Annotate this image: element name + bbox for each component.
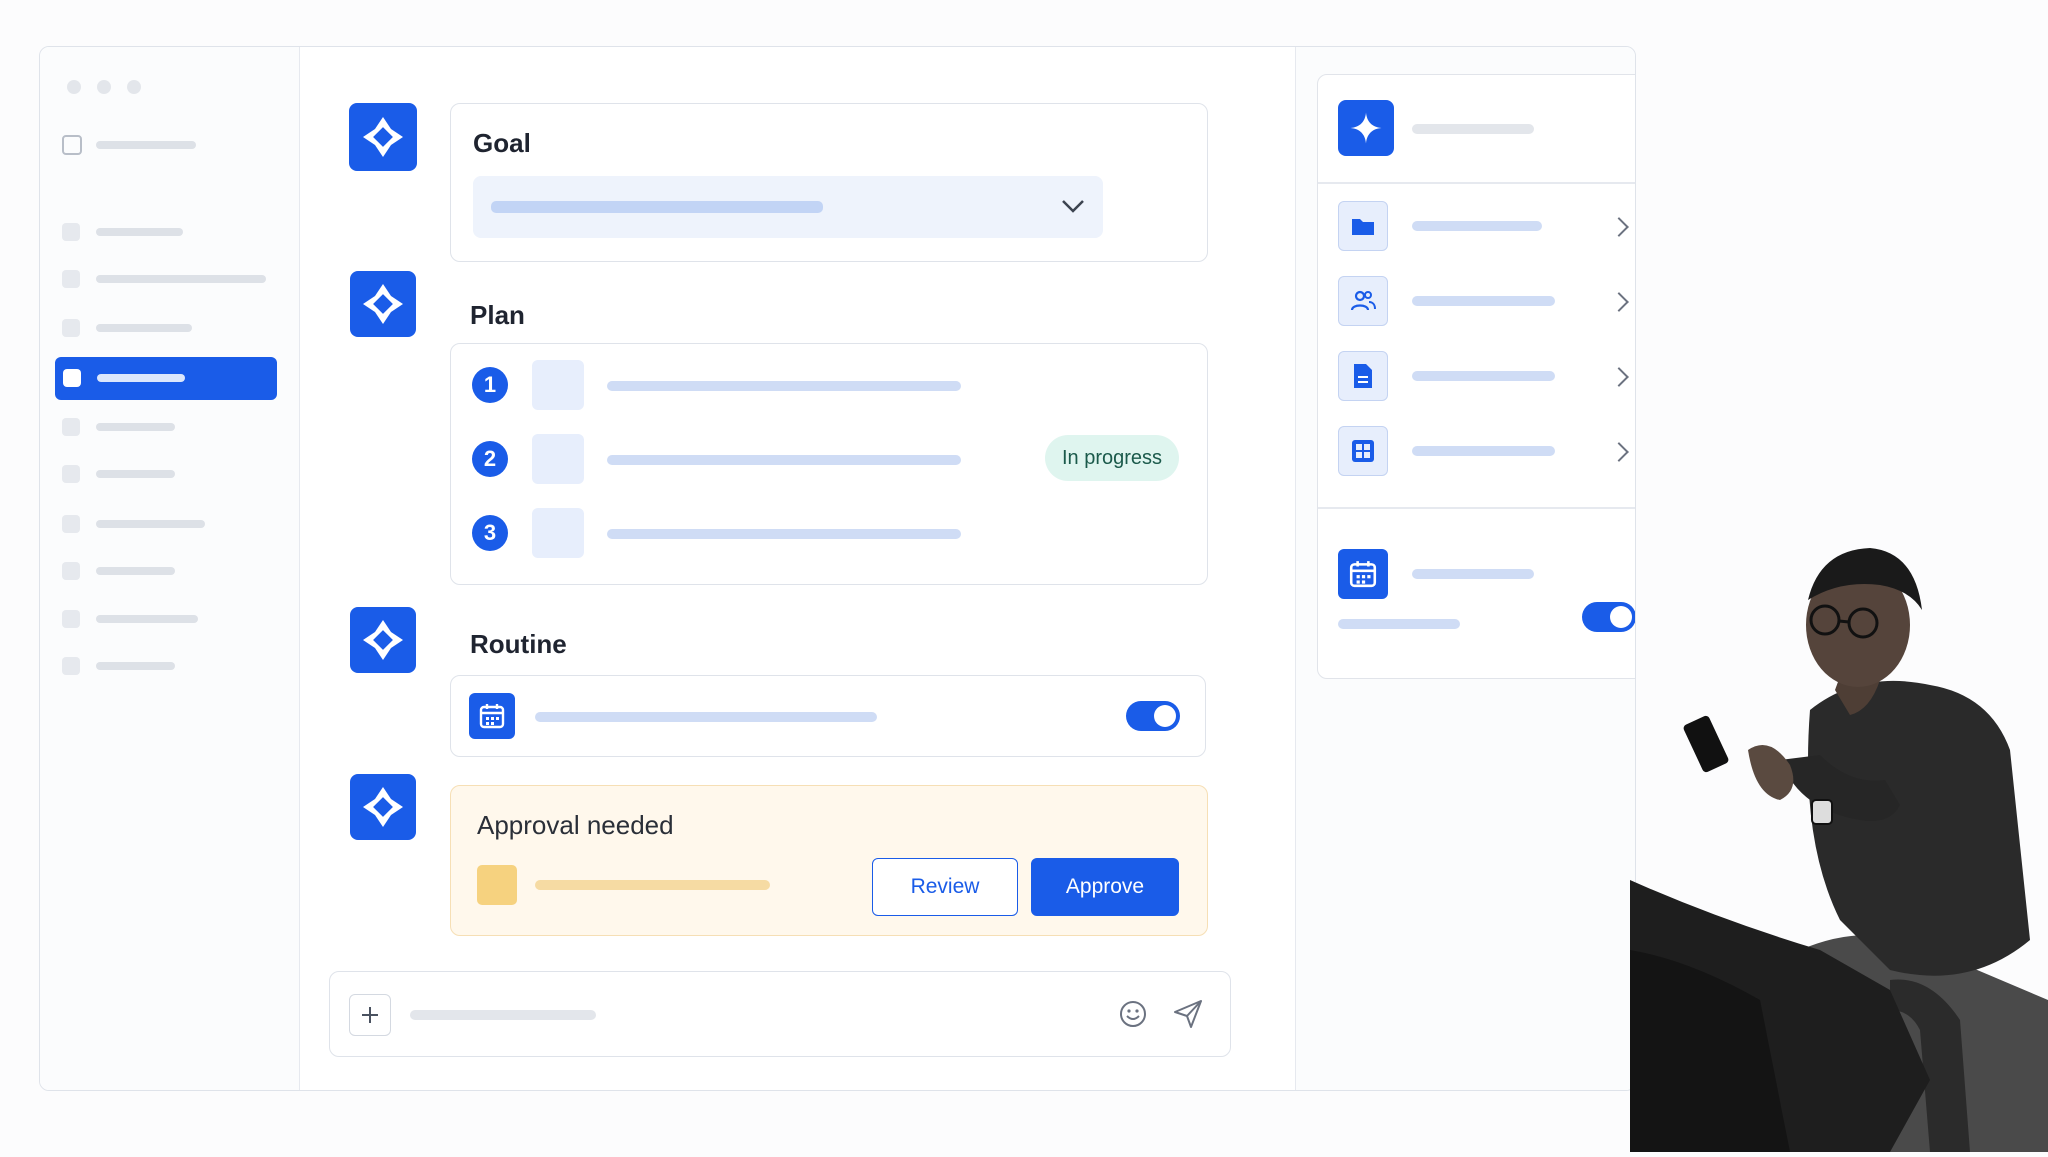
schedule-title-placeholder	[1412, 569, 1534, 579]
status-badge: In progress	[1045, 435, 1180, 481]
approval-item-thumbnail	[477, 865, 517, 905]
emoji-icon[interactable]	[1118, 999, 1148, 1029]
sparkle-icon	[350, 607, 416, 673]
chevron-right-icon[interactable]	[1609, 442, 1629, 462]
sidebar-item-icon[interactable]	[62, 418, 80, 436]
review-button[interactable]: Review	[872, 858, 1018, 916]
sidebar-item-icon[interactable]	[62, 270, 80, 288]
schedule-toggle[interactable]	[1582, 602, 1635, 632]
goal-heading: Goal	[473, 128, 531, 158]
window-maximize-dot[interactable]	[127, 80, 141, 94]
routine-card	[450, 675, 1206, 757]
users-icon	[1338, 276, 1388, 326]
sidebar	[40, 47, 300, 1090]
grid-icon	[1338, 426, 1388, 476]
window-minimize-dot[interactable]	[97, 80, 111, 94]
chevron-down-icon	[1062, 200, 1084, 213]
sidebar-item-icon[interactable]	[62, 562, 80, 580]
step-number-badge: 3	[472, 515, 508, 551]
step-number-badge: 2	[472, 441, 508, 477]
step-text-placeholder	[607, 381, 961, 391]
sidebar-item-active[interactable]	[55, 357, 277, 400]
sparkle-icon	[1338, 100, 1394, 156]
document-icon	[1338, 351, 1388, 401]
sidebar-item[interactable]	[96, 324, 192, 332]
folder-icon	[1338, 201, 1388, 251]
sidebar-item-icon[interactable]	[62, 223, 80, 241]
context-title-placeholder	[1412, 124, 1534, 134]
message-composer	[329, 971, 1231, 1057]
step-thumbnail	[532, 508, 584, 558]
row-label-placeholder	[1412, 296, 1555, 306]
context-card	[1317, 74, 1635, 679]
add-attachment-button[interactable]	[349, 994, 391, 1036]
goal-card: Goal	[450, 103, 1208, 262]
person-photo	[1630, 520, 2048, 1152]
sidebar-item[interactable]	[96, 228, 183, 236]
approval-heading: Approval needed	[477, 810, 674, 840]
row-label-placeholder	[1412, 446, 1555, 456]
message-input[interactable]	[410, 1010, 596, 1020]
calendar-icon	[1338, 549, 1388, 599]
goal-value-placeholder	[491, 201, 823, 213]
sidebar-item[interactable]	[96, 275, 266, 283]
approval-card: Approval needed Review Approve	[450, 785, 1208, 936]
chevron-right-icon[interactable]	[1609, 292, 1629, 312]
step-text-placeholder	[607, 529, 961, 539]
sidebar-header-placeholder	[96, 141, 196, 149]
schedule-subtitle-placeholder	[1338, 619, 1460, 629]
chevron-right-icon[interactable]	[1609, 217, 1629, 237]
sidebar-item[interactable]	[96, 662, 175, 670]
row-label-placeholder	[1412, 221, 1542, 231]
send-icon[interactable]	[1172, 998, 1204, 1030]
sparkle-icon	[350, 774, 416, 840]
sidebar-item-icon[interactable]	[62, 465, 80, 483]
plan-heading: Plan	[470, 300, 525, 330]
routine-heading: Routine	[470, 629, 567, 659]
sidebar-item-label	[97, 374, 185, 382]
sidebar-item-icon[interactable]	[62, 610, 80, 628]
divider	[1318, 182, 1635, 184]
routine-text-placeholder	[535, 712, 877, 722]
step-number-badge: 1	[472, 367, 508, 403]
plan-card: 1 2 In progress 3	[450, 343, 1208, 585]
sidebar-item-icon	[63, 369, 81, 387]
sidebar-checkbox[interactable]	[62, 135, 82, 155]
sidebar-item[interactable]	[96, 615, 198, 623]
calendar-icon	[469, 693, 515, 739]
step-thumbnail	[532, 360, 584, 410]
approval-text-placeholder	[535, 880, 770, 890]
sidebar-item-icon[interactable]	[62, 319, 80, 337]
window-close-dot[interactable]	[67, 80, 81, 94]
sidebar-item-icon[interactable]	[62, 657, 80, 675]
sparkle-icon	[350, 271, 416, 337]
chevron-right-icon[interactable]	[1609, 367, 1629, 387]
divider	[1318, 507, 1635, 509]
sidebar-item-icon[interactable]	[62, 515, 80, 533]
sparkle-icon	[349, 103, 417, 171]
goal-select[interactable]	[473, 176, 1103, 238]
row-label-placeholder	[1412, 371, 1555, 381]
sidebar-item[interactable]	[96, 520, 205, 528]
approve-button[interactable]: Approve	[1031, 858, 1179, 916]
routine-toggle[interactable]	[1126, 701, 1180, 731]
sidebar-item[interactable]	[96, 567, 175, 575]
app-window: Goal Plan 1 2 In progress 3 Routine Appr…	[39, 46, 1636, 1091]
sidebar-item[interactable]	[96, 423, 175, 431]
plus-icon	[362, 1007, 378, 1023]
step-text-placeholder	[607, 455, 961, 465]
sidebar-item[interactable]	[96, 470, 175, 478]
main-panel: Goal Plan 1 2 In progress 3 Routine Appr…	[300, 47, 1295, 1090]
step-thumbnail	[532, 434, 584, 484]
right-panel	[1295, 47, 1635, 1090]
